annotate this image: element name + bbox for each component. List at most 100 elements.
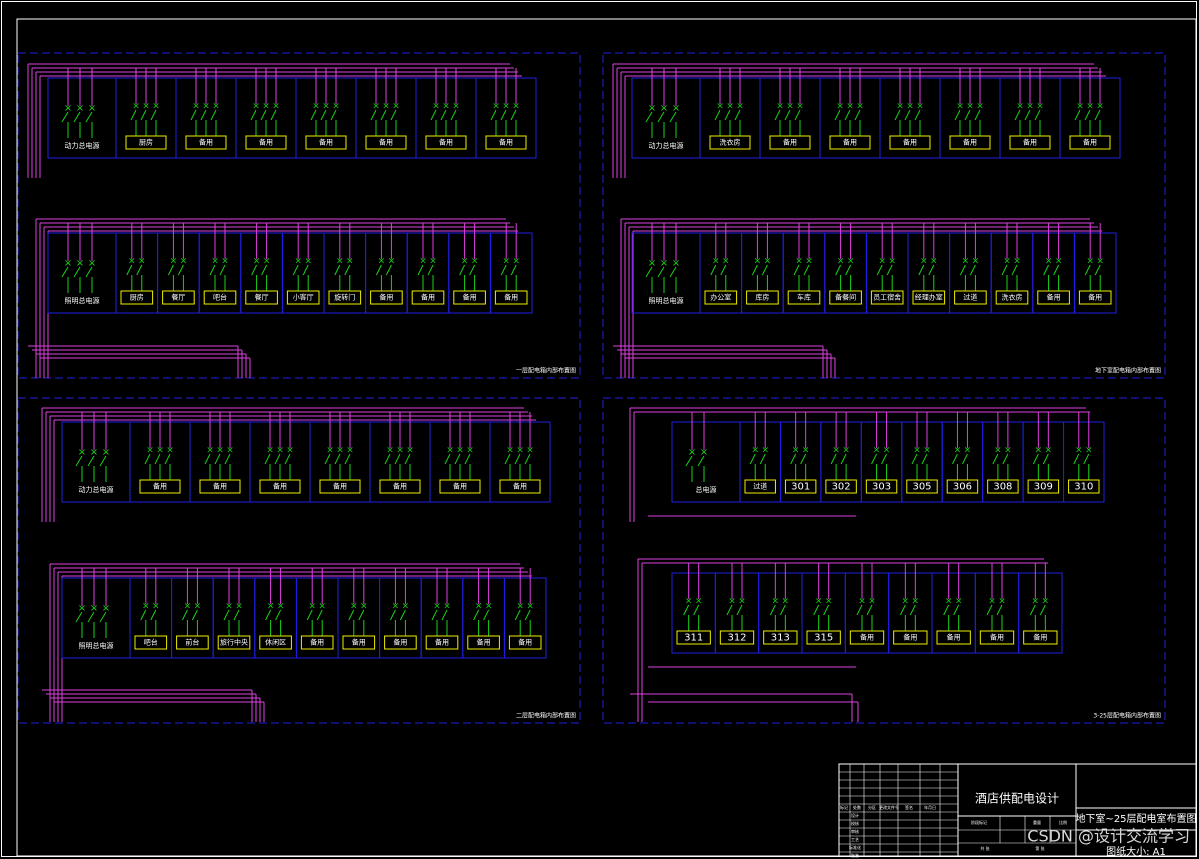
outer-border [1, 1, 1197, 857]
breaker-blade [844, 109, 851, 121]
breaker-blade [734, 109, 741, 121]
breaker-blade [510, 264, 517, 276]
circuit-label: 301 [791, 482, 810, 493]
breaker-blade [130, 109, 137, 121]
breaker-blade [260, 109, 267, 121]
breaker-blade [1073, 453, 1080, 465]
breaker-blade [233, 609, 240, 621]
breaker-blade [759, 453, 766, 465]
breaker-blade [886, 264, 893, 276]
breaker-blade [490, 109, 497, 121]
breaker-blade [473, 609, 480, 621]
breaker-blade [265, 609, 272, 621]
panel-caption: 二层配电箱内部布置图 [516, 712, 576, 720]
breaker-blade [1032, 453, 1039, 465]
distribution-row: × × ×动力总电源× × ×洗衣房× × ×备用× × ×备用× × ×备用× × ×备用× × ×备用×… [612, 63, 1121, 178]
circuit-label: 备用 [1083, 138, 1097, 147]
breaker-blade [348, 609, 355, 621]
breaker-blade [320, 109, 327, 121]
breaker-blade [1094, 264, 1101, 276]
breaker-blade [1034, 109, 1041, 121]
breaker-blade [714, 109, 721, 121]
circuit-label: 备用 [477, 638, 491, 647]
breaker-blade [385, 264, 392, 276]
circuit-label: 备用 [153, 482, 167, 491]
breaker-blade [390, 109, 397, 121]
drawing-frame [16, 18, 1197, 857]
circuit-label: 308 [993, 482, 1012, 493]
breaker-blade [1084, 109, 1091, 121]
revision-header: 年月日 [924, 804, 936, 810]
breaker-blade [344, 453, 351, 465]
breaker-blade [803, 264, 810, 276]
circuit-label: 备用 [352, 638, 366, 647]
breaker-blade [440, 109, 447, 121]
breaker-blade [334, 453, 341, 465]
revision-header: 处数 [853, 804, 861, 810]
breaker-blade [404, 453, 411, 465]
breaker-blade [261, 264, 268, 276]
circuit-label: 厨房 [139, 138, 153, 147]
breaker-blade [417, 264, 424, 276]
schematic-canvas: 一层配电箱内部布置图 × × ×动力总电源× × ×厨房× × ×备用× × ×备用× × ×备用× ×… [1, 1, 1197, 858]
breaker-blade [224, 453, 231, 465]
main-breaker-label: 动力总电源 [79, 485, 114, 494]
panel-caption: 地下室配电箱内部布置图 [1095, 367, 1161, 375]
breaker-blade [380, 109, 387, 121]
circuit-label: 吧台 [144, 638, 158, 647]
circuit-label: 备用 [518, 638, 532, 647]
project-title: 酒店供配电设计 [975, 792, 1059, 806]
breaker-blade [274, 453, 281, 465]
breaker-blade [150, 609, 157, 621]
breaker-blade [1029, 604, 1036, 616]
circuit-label: 备餐间 [835, 293, 856, 302]
circuit-label: 备用 [947, 633, 961, 642]
breaker-blade [959, 264, 966, 276]
main-breaker-label: 照明总电源 [79, 641, 114, 650]
breaker-blade [1053, 264, 1060, 276]
breaker-blade [769, 604, 776, 616]
circuit-label: 库房 [755, 293, 769, 302]
circuit-label: 办公室 [710, 293, 731, 302]
breaker-blade [306, 609, 313, 621]
breaker-blade [316, 609, 323, 621]
circuit-label: 备用 [310, 638, 324, 647]
breaker-blade [854, 109, 861, 121]
circuit-label: 302 [832, 482, 851, 493]
drawing-title: 地下室~25层配电室布置图 [1075, 812, 1196, 825]
breaker-blade [191, 609, 198, 621]
circuit-label: 313 [771, 633, 790, 644]
breaker-blade [1084, 264, 1091, 276]
breaker-blade [751, 264, 758, 276]
breaker-blade [856, 604, 863, 616]
breaker-blade [284, 453, 291, 465]
circuit-label: 备用 [273, 482, 287, 491]
breaker-blade [441, 609, 448, 621]
role-label: 工艺 [851, 837, 859, 842]
circuit-label: 备用 [463, 293, 477, 302]
panel-1: 一层配电箱内部布置图 × × ×动力总电源× × ×厨房× × ×备用× × ×备用× × ×备用× ×… [17, 52, 581, 379]
breaker-blade [140, 109, 147, 121]
breaker-blade [204, 453, 211, 465]
breaker-blade [514, 609, 521, 621]
breaker-blade [953, 604, 960, 616]
breaker-blade [683, 604, 690, 616]
circuit-label: 洗衣房 [1002, 293, 1023, 302]
revision-header: 更改文件号 [879, 804, 899, 810]
main-breaker-label: 照明总电源 [649, 296, 684, 305]
breaker-blade [1011, 264, 1018, 276]
breaker-blade [430, 109, 437, 121]
breaker-blade [1083, 453, 1090, 465]
circuit-label: 309 [1034, 482, 1053, 493]
breaker-blade [1014, 109, 1021, 121]
breaker-blade [1042, 453, 1049, 465]
breaker-blade [961, 453, 968, 465]
breaker-blade [524, 609, 531, 621]
breaker-blade [251, 264, 258, 276]
breaker-blade [500, 264, 507, 276]
breaker-blade [459, 264, 466, 276]
revision-header: 标记 [840, 804, 848, 810]
breaker-blade [736, 604, 743, 616]
role-label: 审核 [851, 828, 859, 834]
main-breaker-label: 总电源 [696, 485, 717, 494]
